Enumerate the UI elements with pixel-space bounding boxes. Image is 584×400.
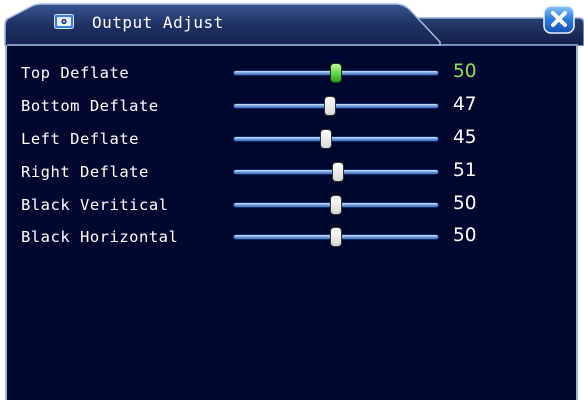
- dialog-title: Output Adjust: [92, 13, 224, 32]
- slider-handle[interactable]: [323, 96, 336, 116]
- setting-label: Black Horizontal: [21, 228, 179, 246]
- setting-value: 50: [453, 193, 477, 214]
- setting-value: 50: [453, 61, 477, 82]
- title-bar: [4, 3, 584, 46]
- setting-row: Top Deflate 50: [7, 58, 576, 88]
- setting-value: 45: [453, 127, 477, 148]
- slider-handle[interactable]: [319, 129, 332, 149]
- setting-row: Right Deflate 51: [7, 157, 576, 187]
- setting-label: Black Veritical: [21, 196, 169, 214]
- setting-value: 50: [453, 225, 477, 246]
- setting-value: 51: [453, 160, 477, 181]
- slider-handle[interactable]: [330, 195, 342, 215]
- setting-row: Black Veritical 50: [7, 190, 576, 220]
- close-icon: [543, 5, 575, 34]
- setting-label: Bottom Deflate: [21, 97, 159, 115]
- setting-value: 47: [453, 94, 477, 115]
- slider-handle[interactable]: [330, 63, 342, 83]
- settings-panel: Top Deflate 50 Bottom Deflate 47 Left Deflat…: [5, 46, 578, 400]
- slider-handle[interactable]: [332, 162, 345, 182]
- output-adjust-dialog: Output Adjust Top Deflate 50 Bottom Deflat…: [0, 0, 584, 400]
- setting-label: Right Deflate: [21, 163, 149, 181]
- slider-handle[interactable]: [330, 227, 342, 247]
- setting-label: Left Deflate: [21, 130, 139, 148]
- settings-window-icon: [54, 14, 74, 29]
- setting-row: Left Deflate 45: [7, 124, 576, 154]
- slider-track[interactable]: [233, 136, 439, 142]
- setting-row: Black Horizontal 50: [7, 222, 576, 252]
- setting-label: Top Deflate: [21, 64, 130, 82]
- setting-row: Bottom Deflate 47: [7, 91, 576, 121]
- slider-track[interactable]: [233, 103, 439, 109]
- close-button[interactable]: [543, 5, 575, 34]
